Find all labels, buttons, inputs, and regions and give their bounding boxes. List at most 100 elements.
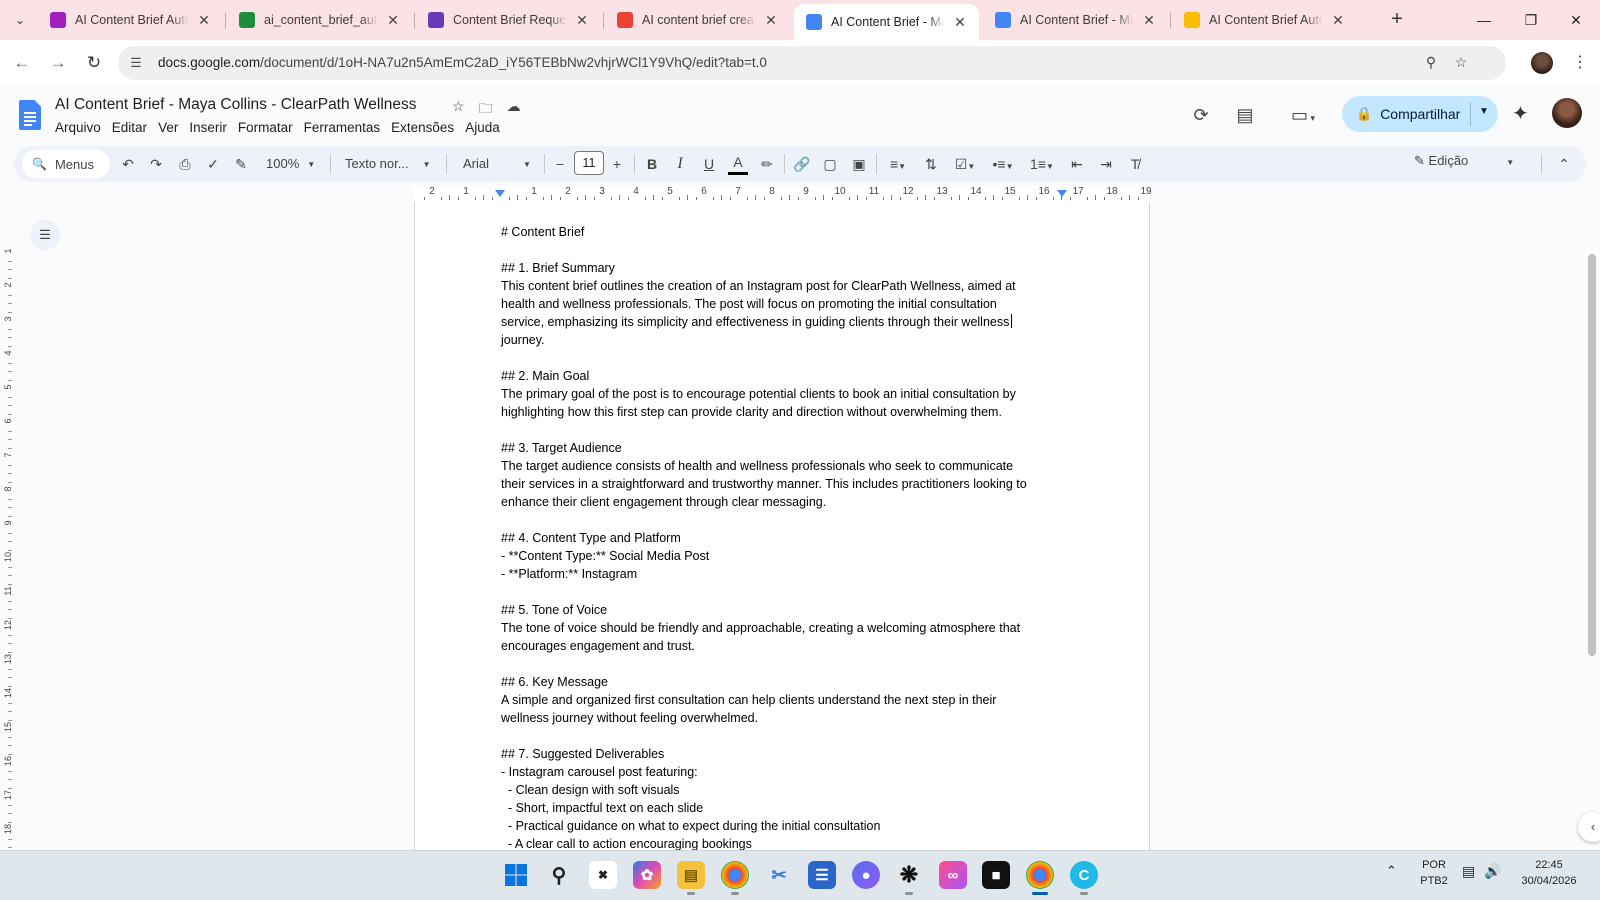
bulleted-list-icon[interactable]: •≡▼ — [989, 153, 1017, 175]
menu-item[interactable]: Extensões — [391, 120, 454, 135]
doc-blank-line[interactable] — [501, 241, 1063, 259]
doc-paragraph-line[interactable]: - Instagram carousel post featuring: — [501, 763, 1063, 781]
doc-paragraph-line[interactable]: highlighting how this first step can pro… — [501, 403, 1063, 421]
doc-heading-line[interactable]: ## 3. Target Audience — [501, 439, 1063, 457]
style-dropdown[interactable]: Texto nor... ▼ — [345, 153, 431, 175]
notepad-icon[interactable]: ☰ — [808, 861, 836, 889]
gemini-icon[interactable]: ✦ — [1512, 101, 1529, 126]
decrease-indent-icon[interactable]: ⇤ — [1067, 153, 1087, 175]
tab-search-chevron-icon[interactable]: ⌄ — [8, 8, 32, 32]
doc-paragraph-line[interactable]: The target audience consists of health a… — [501, 457, 1063, 475]
chat-app-icon[interactable]: ● — [852, 861, 880, 889]
undo-icon[interactable]: ↶ — [118, 153, 138, 175]
doc-paragraph-line[interactable]: - Practical guidance on what to expect d… — [501, 817, 1063, 835]
file-explorer-icon[interactable]: ▤ — [677, 861, 705, 895]
doc-paragraph-line[interactable]: - Short, impactful text on each slide — [501, 799, 1063, 817]
chatgpt-icon[interactable]: ❋ — [895, 861, 923, 895]
forward-icon[interactable]: → — [46, 51, 70, 75]
close-tab-icon[interactable]: ✕ — [1329, 12, 1347, 29]
browser-tab[interactable]: AI content brief create ✕ — [605, 4, 790, 36]
insert-image-icon[interactable]: ▣ — [849, 153, 869, 175]
menu-item[interactable]: Arquivo — [55, 120, 101, 135]
checklist-icon[interactable]: ☑▼ — [951, 153, 979, 175]
windows-start-icon[interactable] — [502, 861, 530, 889]
insert-link-icon[interactable]: 🔗 — [792, 153, 812, 175]
doc-paragraph-line[interactable]: A simple and organized first consultatio… — [501, 691, 1063, 709]
star-icon[interactable]: ☆ — [452, 98, 465, 122]
creative-cloud-icon[interactable]: ∞ — [939, 861, 967, 889]
version-history-icon[interactable]: ⟳ — [1188, 102, 1214, 128]
document-body[interactable]: # Content Brief ## 1. Brief Summary This c… — [501, 223, 1063, 850]
decrease-font-size-icon[interactable]: − — [552, 153, 568, 175]
account-avatar[interactable] — [1552, 98, 1582, 128]
chrome-profile-icon[interactable] — [721, 861, 749, 895]
dark-app-icon[interactable]: ■ — [982, 861, 1010, 889]
language-indicator[interactable]: POR PTB2 — [1418, 857, 1450, 889]
doc-paragraph-line[interactable]: - Clean design with soft visuals — [501, 781, 1063, 799]
canva-icon[interactable]: C — [1070, 861, 1098, 895]
snipping-tool-icon[interactable]: ✂ — [765, 861, 793, 889]
clock[interactable]: 22:45 30/04/2026 — [1514, 857, 1584, 889]
browser-tab[interactable]: AI Content Brief Autor ✕ — [1172, 4, 1357, 36]
menu-item[interactable]: Formatar — [238, 120, 293, 135]
underline-icon[interactable]: U — [699, 153, 719, 175]
doc-heading-line[interactable]: ## 4. Content Type and Platform — [501, 529, 1063, 547]
share-button[interactable]: 🔒 Compartilhar ▼ — [1342, 96, 1498, 132]
doc-paragraph-line[interactable]: health and wellness professionals. The p… — [501, 295, 1063, 313]
numbered-list-icon[interactable]: 1≡▼ — [1027, 153, 1057, 175]
site-info-icon[interactable]: ☰ — [128, 55, 144, 71]
document-page[interactable]: # Content Brief ## 1. Brief Summary This c… — [414, 202, 1150, 850]
doc-paragraph-line[interactable]: enhance their client engagement through … — [501, 493, 1063, 511]
minimize-icon[interactable]: — — [1472, 8, 1496, 32]
increase-font-size-icon[interactable]: + — [609, 153, 625, 175]
doc-paragraph-line[interactable]: - **Content Type:** Social Media Post — [501, 547, 1063, 565]
doc-heading-line[interactable]: ## 6. Key Message — [501, 673, 1063, 691]
menu-item[interactable]: Ferramentas — [304, 120, 381, 135]
doc-blank-line[interactable] — [501, 655, 1063, 673]
doc-paragraph-line[interactable]: wellness journey without feeling overwhe… — [501, 709, 1063, 727]
italic-icon[interactable]: I — [670, 153, 690, 175]
comments-icon[interactable]: ▤ — [1232, 102, 1258, 128]
menu-item[interactable]: Ajuda — [465, 120, 500, 135]
doc-blank-line[interactable] — [501, 727, 1063, 745]
browser-tab[interactable]: Content Brief Request I ✕ — [416, 4, 601, 36]
paint-format-icon[interactable]: ✎ — [231, 153, 251, 175]
add-comment-icon[interactable]: ▢ — [820, 153, 840, 175]
network-icon[interactable]: ▤ — [1462, 863, 1475, 879]
new-tab-button[interactable]: + — [1386, 9, 1408, 31]
indent-marker[interactable] — [1057, 190, 1067, 197]
menus-search[interactable]: 🔍 Menus — [22, 150, 110, 178]
doc-blank-line[interactable] — [501, 511, 1063, 529]
doc-paragraph-line[interactable]: - **Platform:** Instagram — [501, 565, 1063, 583]
highlight-icon[interactable]: ✏ — [757, 153, 777, 175]
menu-item[interactable]: Ver — [158, 120, 178, 135]
close-tab-icon[interactable]: ✕ — [762, 12, 780, 29]
doc-paragraph-line[interactable]: service, emphasizing its simplicity and … — [501, 313, 1063, 331]
editing-mode-dropdown[interactable]: ✎ Edição ▼ — [1414, 153, 1514, 169]
doc-heading-line[interactable]: # Content Brief — [501, 223, 1063, 241]
close-tab-icon[interactable]: ✕ — [573, 12, 591, 29]
capcut-icon[interactable]: ✖ — [589, 861, 617, 889]
bold-icon[interactable]: B — [642, 153, 662, 175]
meet-icon[interactable]: ▭ ▾ — [1283, 102, 1323, 128]
redo-icon[interactable]: ↷ — [146, 153, 166, 175]
address-bar[interactable]: ☰ docs.google.com/document/d/1oH-NA7u2n5… — [118, 46, 1506, 80]
doc-blank-line[interactable] — [501, 349, 1063, 367]
zoom-icon[interactable]: ⚲ — [1422, 54, 1440, 72]
docs-logo-icon[interactable] — [19, 100, 41, 130]
menu-item[interactable]: Inserir — [189, 120, 227, 135]
close-window-icon[interactable]: ✕ — [1564, 8, 1588, 32]
indent-marker[interactable] — [495, 190, 505, 197]
search-taskbar-icon[interactable]: ⚲ — [545, 861, 573, 889]
doc-paragraph-line[interactable]: This content brief outlines the creation… — [501, 277, 1063, 295]
show-hidden-icons[interactable]: ⌃ — [1386, 863, 1397, 879]
spellcheck-icon[interactable]: ✓ — [203, 153, 223, 175]
browser-tab[interactable]: AI Content Brief Auton ✕ — [38, 4, 223, 36]
document-outline-icon[interactable]: ☰ — [30, 220, 60, 250]
font-size-input[interactable]: 11 — [574, 151, 604, 175]
doc-paragraph-line[interactable]: The tone of voice should be friendly and… — [501, 619, 1063, 637]
chrome-active-icon[interactable] — [1026, 861, 1054, 895]
vertical-scrollbar[interactable] — [1588, 254, 1596, 656]
move-folder-icon[interactable]: 🗀 — [479, 98, 493, 122]
line-spacing-icon[interactable]: ⇅ — [921, 153, 941, 175]
